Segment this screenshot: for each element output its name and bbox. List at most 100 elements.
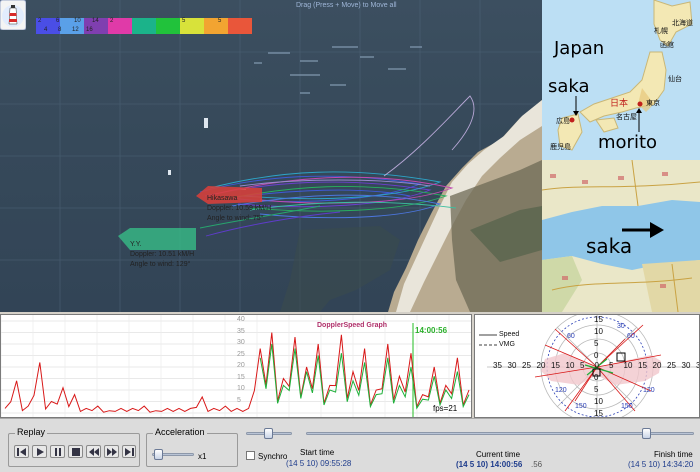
polar-axis-label: 5	[580, 361, 585, 370]
polar-axis-label: 25	[522, 361, 531, 370]
scale-top-label: 5	[218, 18, 222, 24]
lighthouse-icon[interactable]	[0, 0, 26, 30]
fast-forward-icon	[106, 447, 117, 456]
city-hiroshima: 広島	[556, 118, 570, 125]
scale-segment	[204, 18, 228, 34]
scale-segment	[228, 18, 252, 34]
polar-angle-label: 150	[575, 403, 587, 410]
skip-end-button[interactable]	[122, 445, 136, 458]
region-label-saka: saka	[586, 234, 633, 258]
japan-overview-map: Japan saka morito 日本 札幌 北海道 函館 仙台 東京 名古屋…	[542, 0, 700, 160]
japan-title: Japan	[554, 38, 605, 59]
scale-top-label: 2	[38, 18, 42, 24]
scale-bottom-label: 16	[86, 27, 93, 33]
polar-axis-label: 5	[609, 361, 614, 370]
stop-button[interactable]	[68, 445, 83, 458]
graph-y-tick-label: 5	[237, 396, 241, 404]
replay-label: Replay	[15, 427, 48, 437]
current-time-extra: .56	[531, 460, 543, 469]
polar-axis-label: 20	[652, 361, 662, 370]
city-hakodate: 函館	[660, 42, 674, 49]
graph-y-tick-label: 15	[237, 373, 245, 381]
scale-bottom-label: 12	[72, 27, 79, 33]
polar-axis-label: 35	[696, 361, 699, 370]
start-time-label: Start time	[300, 448, 335, 457]
city-sapporo: 札幌	[654, 28, 668, 35]
polar-axis-label: 25	[667, 361, 676, 370]
scale-segment	[156, 18, 180, 34]
skip-back-icon	[17, 447, 26, 456]
fast-forward-button[interactable]	[104, 445, 119, 458]
doppler-speed-graph[interactable]: DopplerSpeed Graph 14:00:56 fps=21 40 35 3…	[0, 314, 472, 418]
polar-angle-label: 30	[617, 323, 625, 330]
scale-top-label: 2	[110, 18, 114, 24]
polar-angle-label: 120	[643, 387, 655, 394]
city-tokyo: 東京	[646, 100, 660, 107]
city-nagoya: 名古屋	[616, 114, 637, 121]
scale-top-label: 14	[92, 18, 99, 24]
graph-y-tick-label: 10	[237, 385, 245, 392]
polar-axis-label: 10	[565, 361, 575, 370]
fps-counter: fps=21	[433, 404, 458, 413]
arrow-label-morito: morito	[598, 132, 658, 153]
polar-axis-label: 15	[638, 361, 647, 370]
polar-axis-label: 10	[623, 361, 633, 370]
skip-forward-icon	[124, 447, 134, 456]
synchro-checkbox[interactable]	[246, 451, 255, 460]
city-kagoshima: 鹿児島	[550, 144, 571, 151]
polar-axis-label: 5	[594, 339, 599, 348]
sync-offset-slider-thumb[interactable]	[264, 428, 273, 439]
play-button[interactable]	[32, 445, 47, 458]
drag-hint-text: Drag (Press + Move) to Move all	[296, 2, 397, 9]
legend-speed: Speed	[499, 331, 520, 338]
acceleration-slider-thumb[interactable]	[154, 449, 163, 460]
polar-angle-label: 60	[627, 333, 635, 340]
graph-y-tick-label: 20	[237, 362, 245, 369]
playback-controls: Replay Acceleration x1 Synchro Start tim…	[0, 418, 700, 472]
fast-backward-button[interactable]	[86, 445, 101, 458]
polar-angle-label: 60	[567, 333, 575, 340]
polar-axis-label: 0	[594, 351, 599, 360]
pause-icon	[54, 447, 61, 456]
rewind-start-button[interactable]	[14, 445, 29, 458]
scale-segment	[132, 18, 156, 34]
graph-current-time: 14:00:56	[415, 326, 448, 335]
scale-bottom-label: 8	[58, 27, 62, 33]
timeline-slider-thumb[interactable]	[642, 428, 651, 439]
polar-axis-label: 30	[681, 361, 691, 370]
polar-axis-label: 0	[594, 361, 599, 370]
app-window: Drag (Press + Move) to Move all 2 6 10 14 2 5…	[0, 0, 700, 472]
stop-icon	[71, 447, 80, 456]
boat-1-doppler: Doppler: 10.59 kM/H	[207, 205, 272, 212]
boat-2-doppler: Doppler: 10.51 kM/H	[130, 251, 195, 258]
graph-series-line	[259, 343, 470, 410]
region-map: saka	[542, 160, 700, 312]
finish-time-label: Finish time	[654, 450, 693, 459]
boat-2-angle: Angle to wind: 129°	[130, 261, 191, 268]
city-hokkaido: 北海道	[672, 20, 693, 27]
synchro-label: Synchro	[258, 452, 288, 461]
polar-diagram[interactable]: Speed VMG 353025201510505101520253035151…	[474, 314, 700, 418]
scale-top-label: 6	[56, 18, 60, 24]
timeline-slider[interactable]	[306, 432, 694, 435]
scale-top-label: 10	[74, 18, 81, 24]
polar-axis-label: 5	[594, 385, 599, 394]
play-icon	[36, 447, 44, 456]
current-time-value: (14 5 10) 14:00:56	[456, 460, 523, 469]
country-label: 日本	[610, 98, 629, 108]
polar-axis-label: 15	[594, 409, 603, 418]
polar-axis-label: 35	[493, 361, 502, 370]
satellite-map[interactable]: Drag (Press + Move) to Move all 2 6 10 14 2 5…	[0, 0, 542, 312]
boat-1-angle: Angle to wind: 75°	[207, 215, 264, 222]
current-time-label: Current time	[476, 450, 521, 459]
map-layer	[0, 0, 542, 312]
boat-2-label: Y.Y. Doppler: 10.51 kM/H Angle to wind: …	[130, 240, 194, 270]
scale-top-label: 5	[182, 18, 186, 24]
pause-button[interactable]	[50, 445, 65, 458]
acceleration-value: x1	[198, 452, 207, 461]
legend-vmg: VMG	[499, 341, 515, 348]
scale-bottom-label: 4	[44, 27, 48, 33]
polar-axis-label: 0	[594, 373, 599, 382]
polar-angle-label: 150	[621, 403, 633, 410]
boat-1-name: Hikasawa	[207, 195, 238, 202]
